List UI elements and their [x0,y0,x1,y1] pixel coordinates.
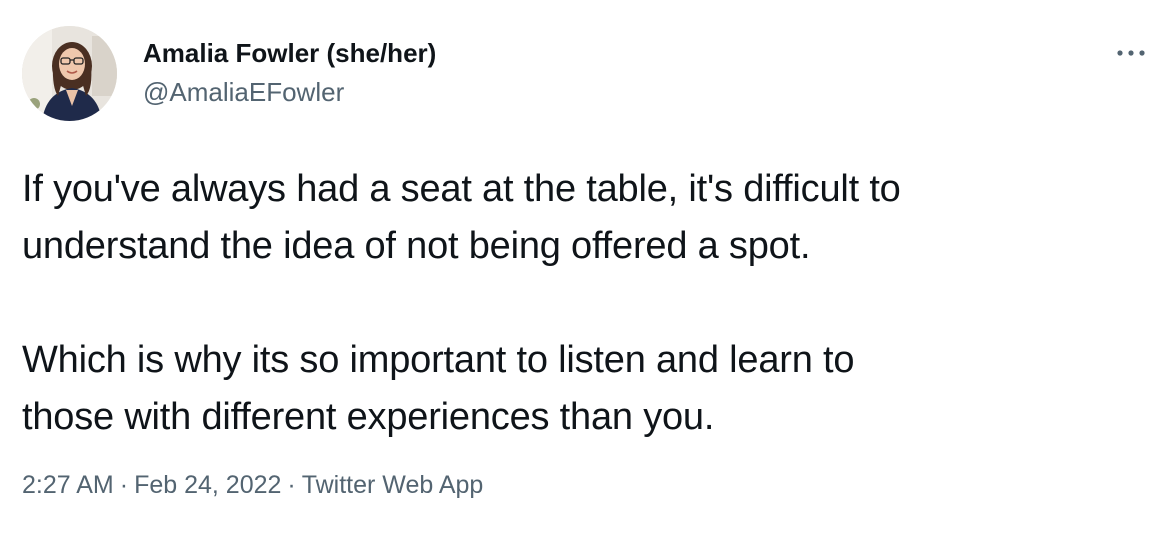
meta-separator: · [287,471,296,499]
avatar[interactable] [22,26,117,121]
more-options-button[interactable] [1114,44,1148,62]
tweet-card: Amalia Fowler (she/her) @AmaliaEFowler I… [0,0,1168,534]
tweet-text: If you've always had a seat at the table… [22,168,901,438]
tweet-date[interactable]: Feb 24, 2022 [134,471,281,499]
tweet-metadata: 2:27 AM · Feb 24, 2022 · Twitter Web App [22,471,483,500]
more-horizontal-icon [1117,50,1145,56]
tweet-source[interactable]: Twitter Web App [302,471,484,499]
profile-photo-icon [22,26,117,121]
meta-separator: · [119,471,129,499]
author-handle[interactable]: @AmaliaEFowler [143,77,344,108]
author-display-name[interactable]: Amalia Fowler (she/her) [143,38,436,69]
tweet-time[interactable]: 2:27 AM [22,471,114,499]
